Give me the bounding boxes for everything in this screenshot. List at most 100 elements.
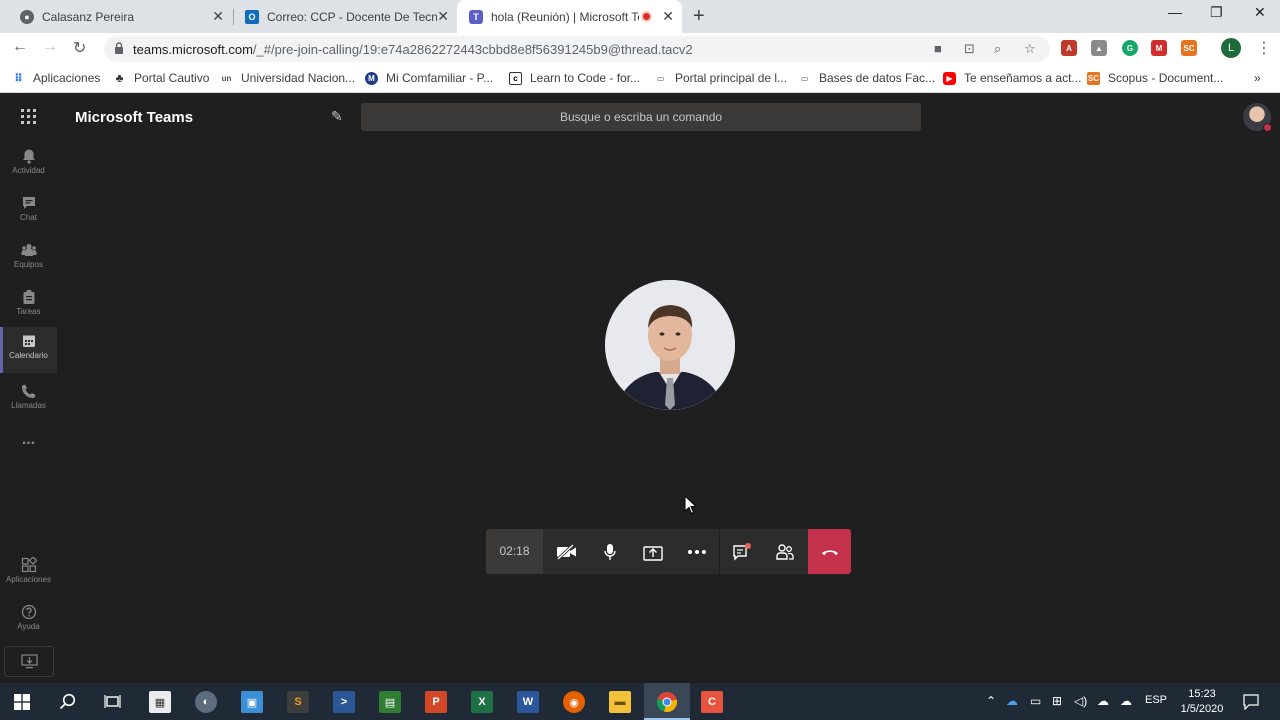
new-chat-compose-icon[interactable]: ✎ <box>331 108 343 125</box>
volume-icon[interactable]: ◁) <box>1074 694 1087 708</box>
bookmark-freecodecamp[interactable]: c Learn to Code - for... <box>509 71 640 85</box>
share-screen-button[interactable] <box>642 541 664 563</box>
firefox-icon[interactable]: ◉ <box>563 691 585 713</box>
camtasia-icon[interactable]: C <box>701 691 723 713</box>
calendar-icon <box>22 335 35 347</box>
minimize-icon[interactable]: — <box>1168 4 1182 20</box>
browser-tab-correo[interactable]: O Correo: CCP - Docente De Tecnol ✕ <box>233 0 457 33</box>
bookmark-comfamiliar[interactable]: M Mi Comfamiliar - P... <box>365 71 493 85</box>
mendeley-extension-icon[interactable]: M <box>1151 40 1167 56</box>
bookmark-scopus[interactable]: SC Scopus - Document... <box>1087 71 1223 85</box>
rail-item-label: Equipos <box>14 260 43 269</box>
browser-tab-teams-meeting[interactable]: T hola (Reunión) | Microsoft Te ✕ <box>457 0 682 33</box>
close-window-icon[interactable]: ✕ <box>1254 4 1266 21</box>
kebab-menu-icon[interactable]: ⋮ <box>1256 38 1272 58</box>
cloud-upload-icon[interactable]: ☁ <box>1120 694 1132 708</box>
more-options-icon <box>688 550 706 554</box>
browser-toolbar: ← → ↻ teams.microsoft.com/_#/pre-join-ca… <box>0 33 1280 64</box>
input-language[interactable]: ESP <box>1145 694 1167 706</box>
phone-icon <box>21 384 35 399</box>
rail-item-apps[interactable]: Aplicaciones <box>0 551 57 597</box>
calculator-icon[interactable]: ▦ <box>149 691 171 713</box>
onedrive-cloud-icon[interactable]: ☁ <box>1006 694 1018 708</box>
teams-header: Microsoft Teams ✎ Busque o escriba un co… <box>0 93 1280 141</box>
star-bookmark-icon[interactable]: ☆ <box>1024 41 1036 57</box>
powershell-icon[interactable]: > <box>333 691 355 713</box>
back-arrow-icon[interactable]: ← <box>12 38 28 56</box>
system-clock[interactable]: 15:23 1/5/2020 <box>1176 687 1228 717</box>
mouse-cursor-icon <box>684 495 696 515</box>
windows-taskbar: ▦ ◐ ▣ S > ▤ P X W ◉ ▬ C ⌃ ☁ ▭ ⊞ ◁) ☁ ☁ E… <box>0 683 1280 720</box>
new-tab-plus-icon[interactable]: + <box>693 5 705 28</box>
bookmarks-overflow[interactable]: » <box>1254 71 1261 85</box>
rail-item-help[interactable]: Ayuda <box>0 598 57 644</box>
project-icon[interactable]: ▤ <box>379 691 401 713</box>
camera-toggle-button[interactable] <box>555 541 577 563</box>
chrome-profile-icon: ● <box>20 9 34 24</box>
show-conversation-button[interactable] <box>731 541 753 563</box>
profile-avatar[interactable]: L <box>1221 38 1241 58</box>
chat-icon <box>22 197 35 209</box>
close-icon[interactable]: ✕ <box>212 8 224 25</box>
apps-grid-icon: ⠿ <box>14 72 23 85</box>
bookmark-portal-cautivo[interactable]: ♣ Portal Cautivo <box>113 71 210 85</box>
rail-item-activity[interactable]: Actividad <box>0 142 57 188</box>
hang-up-button[interactable] <box>808 529 851 574</box>
grammarly-extension-icon[interactable]: G <box>1122 40 1138 56</box>
sublime-text-icon[interactable]: S <box>287 691 309 713</box>
virtualbox-icon[interactable]: ▣ <box>241 691 263 713</box>
excel-icon[interactable]: X <box>471 691 493 713</box>
bell-icon <box>22 149 35 164</box>
restore-icon[interactable]: ❐ <box>1210 4 1223 21</box>
network-icon[interactable]: ⊞ <box>1052 694 1062 708</box>
close-icon[interactable]: ✕ <box>437 8 449 25</box>
pdf-extension-icon[interactable]: A <box>1061 40 1077 56</box>
download-desktop-app-button[interactable] <box>4 646 54 677</box>
taskbar-active-chrome[interactable] <box>644 683 690 720</box>
rail-item-teams[interactable]: Equipos <box>0 236 57 282</box>
participant-photo <box>605 280 735 410</box>
bookmark-portal-principal[interactable]: ▭ Portal principal de l... <box>654 71 787 85</box>
rail-item-chat[interactable]: Chat <box>0 189 57 235</box>
reload-icon[interactable]: ↻ <box>73 38 86 58</box>
zoom-icon[interactable]: ⌕ <box>994 41 1001 57</box>
browser-tab-strip: ● Calasanz Pereira ✕ O Correo: CCP - Doc… <box>0 0 1280 33</box>
battery-icon[interactable]: ▭ <box>1030 694 1041 708</box>
user-avatar[interactable] <box>1243 103 1272 132</box>
cloud-sync-icon[interactable]: ☁ <box>1097 694 1109 708</box>
address-bar[interactable]: teams.microsoft.com/_#/pre-join-calling/… <box>104 36 1050 62</box>
file-explorer-icon[interactable]: ▬ <box>609 691 631 713</box>
chat-conversation-icon <box>733 543 751 561</box>
bookmark-universidad-nacional[interactable]: un Universidad Nacion... <box>220 71 355 85</box>
show-participants-button[interactable] <box>774 541 796 563</box>
scopus-extension-icon[interactable]: SC <box>1181 40 1197 56</box>
rail-item-calendar[interactable]: Calendario <box>0 327 57 373</box>
word-icon[interactable]: W <box>517 691 539 713</box>
rail-item-assignments[interactable]: Tareas <box>0 283 57 329</box>
notifications-icon[interactable] <box>1243 694 1259 710</box>
more-options-button[interactable] <box>686 541 708 563</box>
forward-arrow-icon[interactable]: → <box>42 38 58 56</box>
search-icon[interactable] <box>59 693 76 710</box>
translate-icon[interactable]: ⊡ <box>964 41 975 57</box>
search-command-box[interactable]: Busque o escriba un comando <box>361 103 921 131</box>
rail-item-calls[interactable]: Llamadas <box>0 377 57 423</box>
share-screen-icon <box>643 545 663 561</box>
app-launcher-waffle-icon[interactable] <box>21 109 37 125</box>
close-icon[interactable]: ✕ <box>662 8 674 25</box>
microphone-toggle-button[interactable] <box>599 541 621 563</box>
bookmark-apps[interactable]: ⠿ Aplicaciones <box>12 71 100 85</box>
windows-start-icon[interactable] <box>14 694 30 710</box>
bookmark-bases-de-datos[interactable]: ▭ Bases de datos Fac... <box>798 71 935 85</box>
app-title: Microsoft Teams <box>75 109 194 126</box>
drive-extension-icon[interactable]: ▲ <box>1091 40 1107 56</box>
camera-icon[interactable]: ■ <box>934 41 942 56</box>
tray-chevron-up-icon[interactable]: ⌃ <box>986 694 996 708</box>
task-view-icon[interactable] <box>104 693 121 710</box>
browser-tab-calasanz[interactable]: ● Calasanz Pereira ✕ <box>8 0 232 33</box>
powerpoint-icon[interactable]: P <box>425 691 447 713</box>
rail-more-apps-ellipsis[interactable]: ... <box>0 431 57 477</box>
call-timer: 02:18 <box>486 529 543 574</box>
remote-desktop-icon[interactable]: ◐ <box>195 691 217 713</box>
bookmark-youtube[interactable]: ▶ Te enseñamos a act... <box>943 71 1081 85</box>
